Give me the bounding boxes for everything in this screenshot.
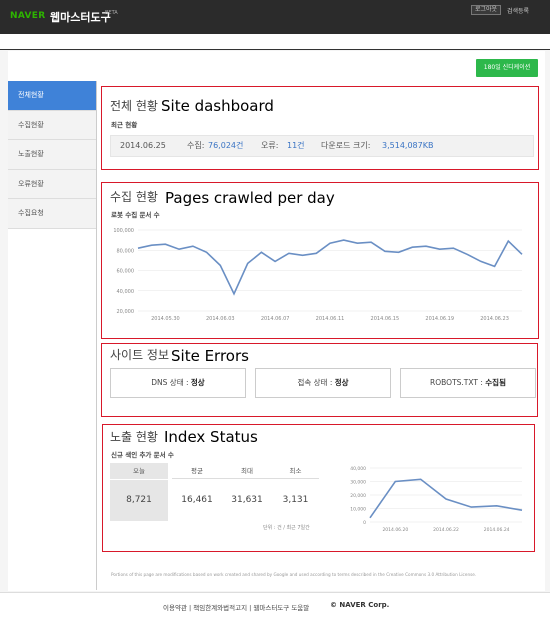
index-header-avg: 평균: [172, 463, 222, 479]
stat-download-label: 다운로드 크기:: [321, 141, 371, 150]
sidebar-filler: [8, 228, 96, 590]
crawl-overlay-label: Pages crawled per day: [165, 189, 335, 207]
dashboard-overlay-label: Site dashboard: [161, 97, 274, 115]
index-overlay-label: Index Status: [164, 428, 258, 446]
x-tick-label: 2014.06.20: [382, 527, 408, 533]
stat-date: 2014.06.25: [120, 141, 166, 150]
beta-badge: BETA: [105, 10, 118, 16]
dns-status-value: 정상: [190, 378, 205, 387]
index-subtitle: 신규 색인 추가 문서 수: [111, 451, 174, 459]
header-divider: [0, 34, 550, 50]
index-value-avg: 16,461: [181, 495, 213, 505]
x-tick-label: 2014.06.07: [261, 316, 290, 322]
x-tick-label: 2014.06.23: [480, 316, 509, 322]
sidebar-item-errors[interactable]: 오류현황: [8, 169, 96, 199]
crawl-line-chart: 100,000 80,000 60,000 40,000 20,000 2014.05.3…: [113, 228, 523, 322]
index-unit-note: 단위 : 건 / 최근 7일간: [263, 525, 310, 531]
top-navbar: NAVER 웹마스터도구 BETA 로그아웃 검색등록: [0, 0, 550, 34]
y-tick-label: 20,000: [117, 309, 135, 315]
x-tick-label: 2014.06.11: [316, 316, 345, 322]
search-register-link[interactable]: 검색등록: [507, 6, 529, 15]
y-tick-label: 80,000: [117, 248, 135, 254]
y-tick-label: 40,000: [117, 289, 135, 295]
footer-copyright: © NAVER Corp.: [330, 601, 390, 609]
y-tick-label: 20,000: [350, 493, 366, 499]
stat-error-value: 11건: [287, 141, 305, 150]
dashboard-title: 전체 현황: [110, 99, 158, 113]
crawl-subtitle: 로봇 수집 문서 수: [111, 211, 160, 219]
app-title[interactable]: 웹마스터도구: [50, 9, 111, 25]
sidebar: 전체현황 수집현황 노출현황 오류현황 수집요청: [8, 81, 97, 590]
y-tick-label: 100,000: [113, 228, 134, 234]
index-header-today: 오늘: [110, 463, 168, 479]
siteinfo-title: 사이트 정보: [110, 348, 170, 362]
license-disclaimer: Portions of this page are modifications …: [111, 572, 477, 577]
stat-download-value: 3,514,087KB: [382, 141, 434, 150]
index-header-max: 최대: [222, 463, 272, 479]
sidebar-item-overview[interactable]: 전체현황: [8, 81, 96, 111]
connection-status-value: 정상: [334, 378, 349, 387]
y-tick-label: 60,000: [117, 269, 135, 275]
x-tick-label: 2014.06.15: [371, 316, 400, 322]
index-header-min: 최소: [272, 463, 319, 479]
robots-status-label: ROBOTS.TXT :: [430, 378, 486, 387]
series-line: [137, 239, 523, 296]
index-value-today: 8,721: [110, 480, 168, 521]
y-tick-label: 40,000: [350, 466, 366, 472]
y-tick-label: 10,000: [350, 507, 366, 513]
y-tick-label: 30,000: [350, 480, 366, 486]
robots-status: ROBOTS.TXT : 수집됨: [400, 368, 536, 398]
stat-collect-value: 76,024건: [208, 141, 244, 150]
x-tick-label: 2014.06.19: [425, 316, 454, 322]
x-tick-label: 2014.05.30: [151, 316, 180, 322]
crawl-title: 수집 현황: [110, 190, 158, 204]
dns-status-label: DNS 상태 :: [151, 378, 191, 387]
stat-error-label: 오류:: [261, 141, 279, 150]
stat-collect-label: 수집:: [187, 141, 205, 150]
x-tick-label: 2014.06.22: [433, 527, 459, 533]
connection-status: 접속 상태 : 정상: [255, 368, 391, 398]
x-tick-label: 2014.06.03: [206, 316, 235, 322]
sidebar-item-exposure[interactable]: 노출현황: [8, 140, 96, 170]
dns-status: DNS 상태 : 정상: [110, 368, 246, 398]
dashboard-subtitle: 최근 현황: [111, 121, 138, 129]
naver-logo[interactable]: NAVER: [10, 11, 45, 21]
robots-status-value: 수집됨: [485, 378, 506, 387]
footer-links[interactable]: 이용약관 | 책임한계와법적고지 | 웹마스터도구 도움말: [163, 602, 309, 612]
index-line-chart: 40,000 30,000 20,000 10,000 0 2014.06.20 2014.…: [350, 466, 523, 533]
x-tick-label: 2014.06.24: [484, 527, 510, 533]
index-value-min: 3,131: [282, 495, 309, 505]
siteinfo-overlay-label: Site Errors: [171, 347, 249, 365]
sidebar-item-collection[interactable]: 수집현황: [8, 110, 96, 140]
syndication-button[interactable]: 180일 신디케이션: [476, 59, 538, 77]
connection-status-label: 접속 상태 :: [297, 378, 335, 387]
index-value-max: 31,631: [231, 495, 263, 505]
index-title: 노출 현황: [110, 430, 158, 444]
index-stats-table: 오늘 평균 최대 최소 8,721 16,461 31,631 3,131: [110, 463, 319, 521]
logout-button[interactable]: 로그아웃: [471, 5, 502, 15]
sidebar-item-request[interactable]: 수집요청: [8, 199, 96, 229]
dashboard-stats: 2014.06.25 수집: 76,024건 오류: 11건 다운로드 크기: …: [110, 135, 534, 157]
y-tick-label: 0: [363, 520, 366, 526]
series-line: [369, 478, 523, 519]
